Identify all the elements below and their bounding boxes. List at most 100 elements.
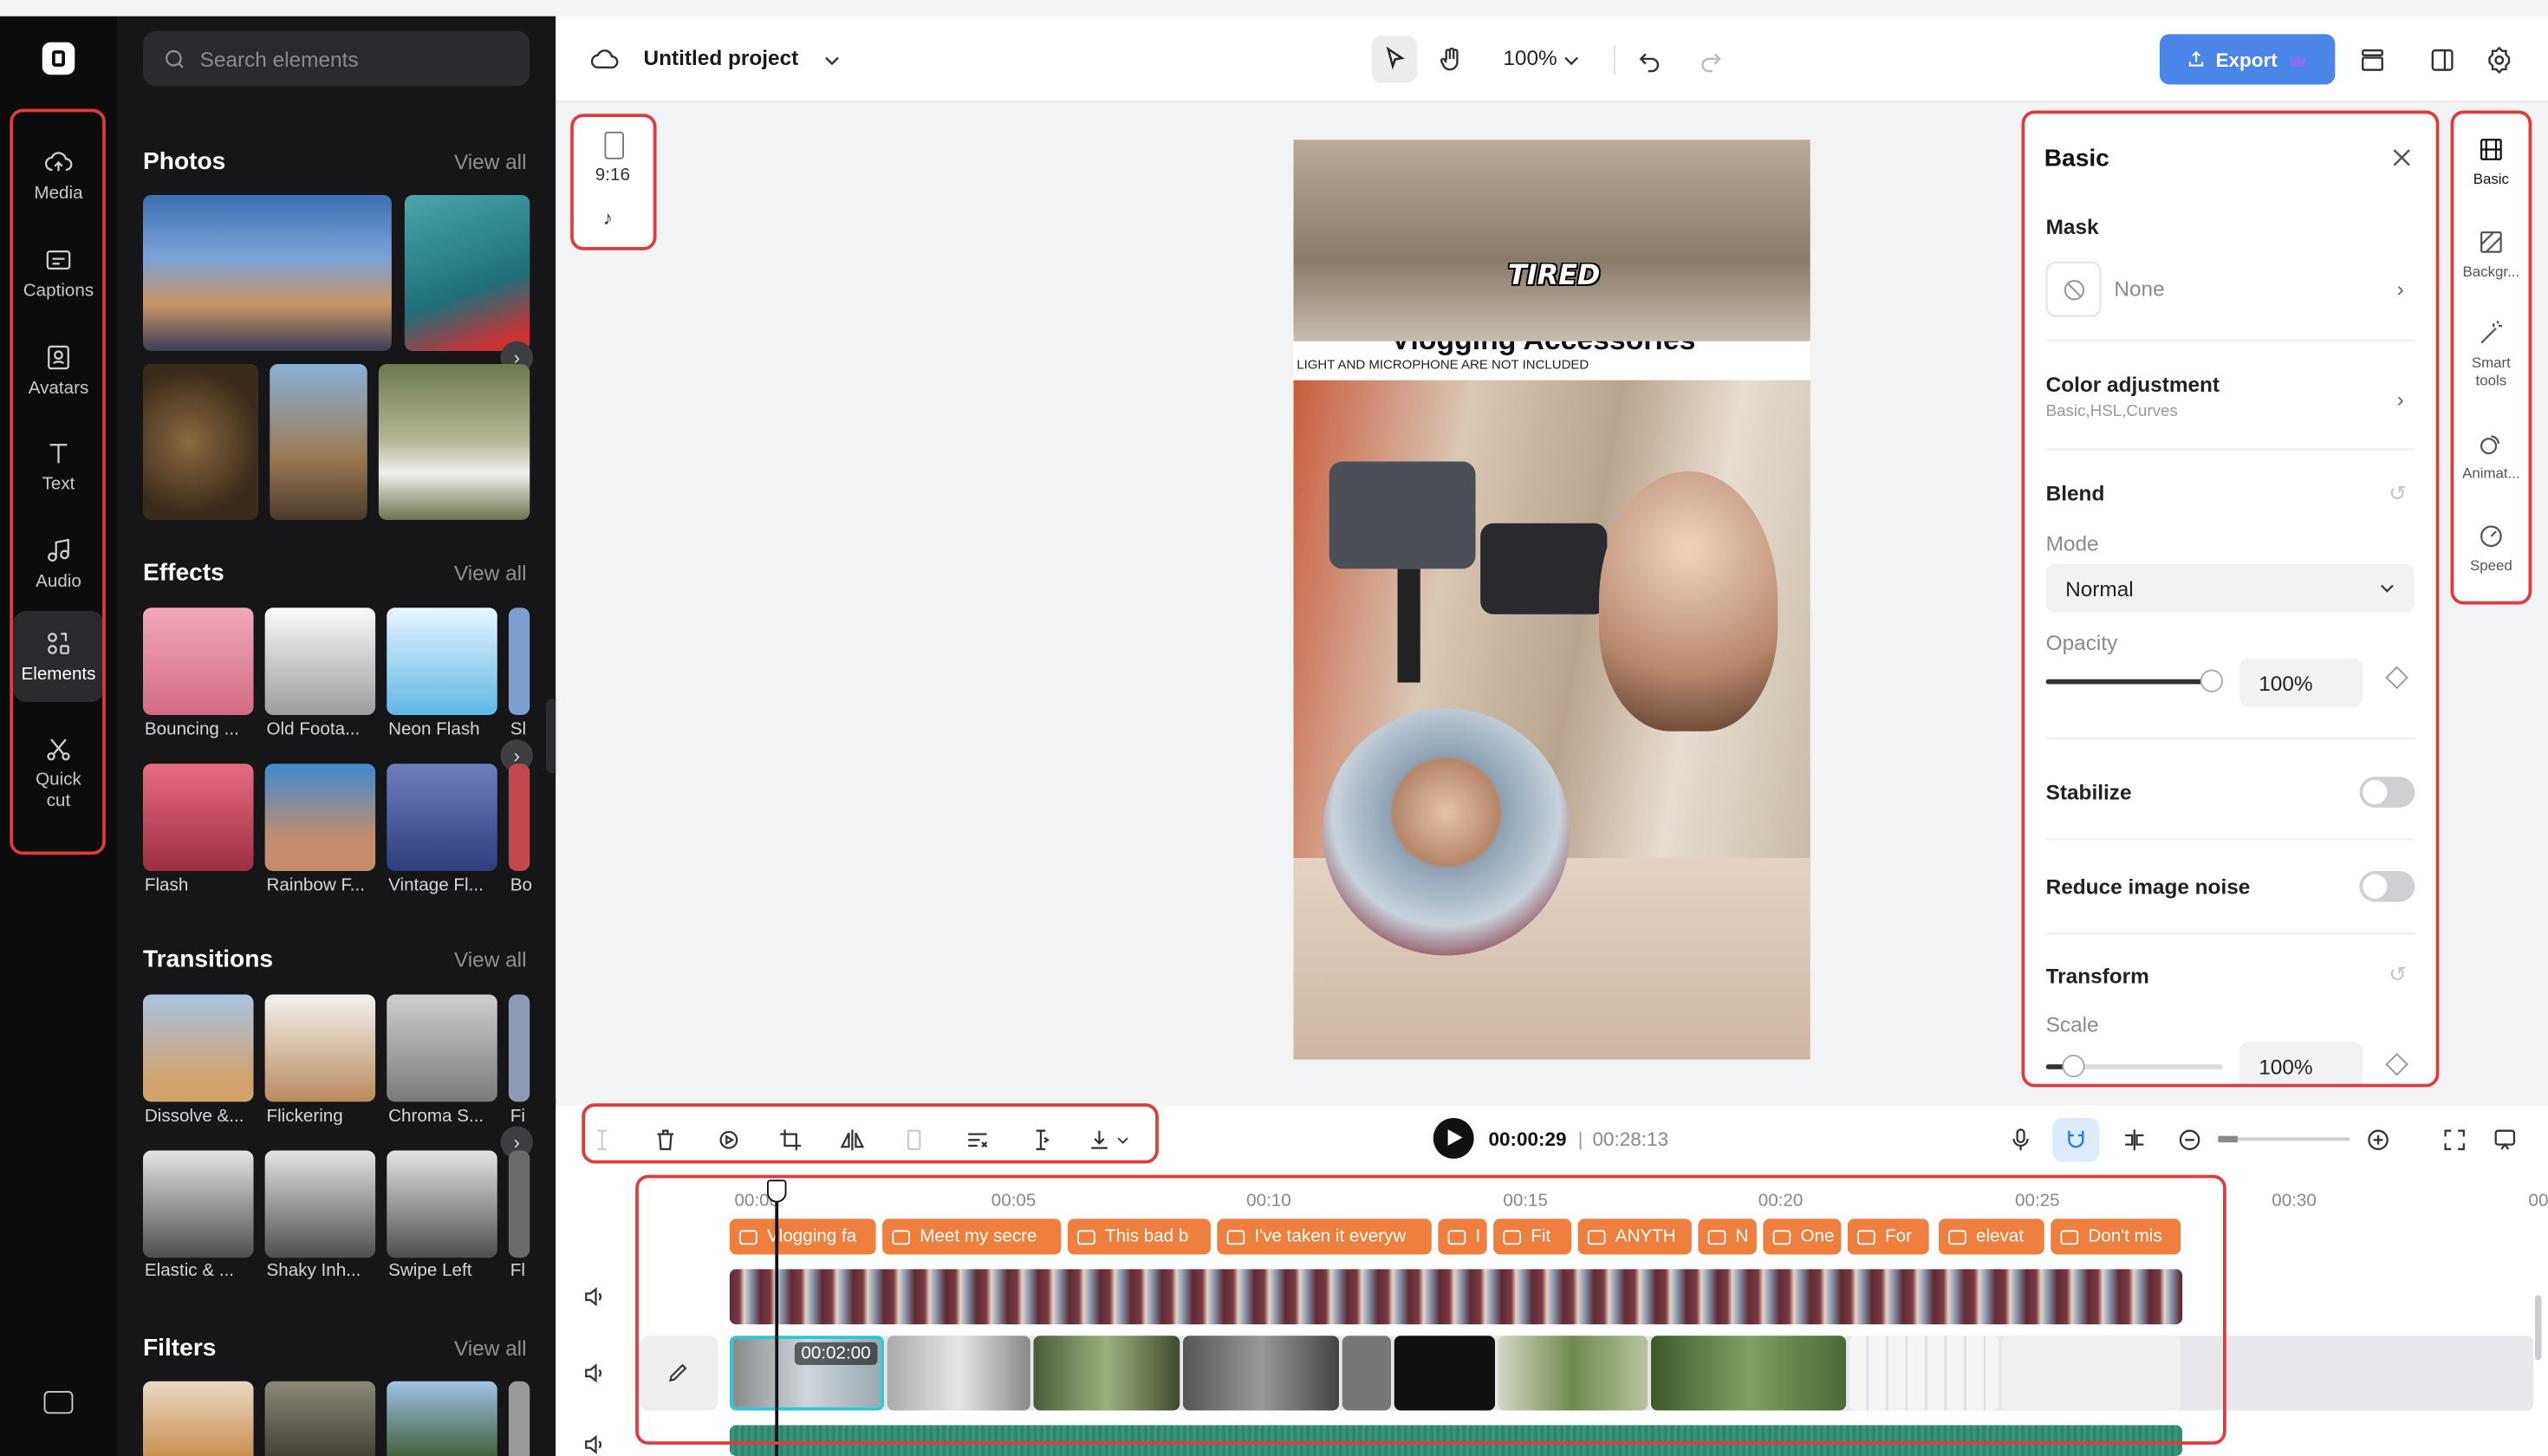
replace-icon[interactable] — [710, 1121, 745, 1157]
video-clip-selected[interactable]: 00:02:00 — [729, 1336, 884, 1411]
rail-item-elements[interactable]: Elements — [13, 611, 104, 702]
scale-slider-knob[interactable] — [2061, 1054, 2084, 1078]
volume-icon[interactable] — [582, 1360, 608, 1386]
caption-clip[interactable]: Fit — [1493, 1219, 1572, 1255]
search-input[interactable]: Search elements — [143, 30, 530, 87]
chevron-down-icon[interactable] — [814, 42, 849, 78]
video-clip[interactable] — [1651, 1336, 1846, 1411]
view-all-effects[interactable]: View all — [454, 561, 527, 585]
blend-mode-select[interactable]: Normal — [2045, 563, 2415, 613]
video-clip[interactable] — [1183, 1336, 1339, 1411]
play-button[interactable] — [1433, 1118, 1474, 1159]
playhead[interactable] — [767, 1180, 787, 1456]
rail-item-avatars[interactable]: Avatars — [13, 328, 104, 413]
trim-icon[interactable] — [1022, 1121, 1057, 1157]
color-adjustment-label[interactable]: Color adjustment — [2046, 372, 2220, 396]
reset-icon[interactable]: ↺ — [2389, 962, 2406, 988]
video-clip[interactable] — [1498, 1336, 1648, 1411]
opacity-value-input[interactable]: 100% — [2239, 658, 2363, 707]
opacity-slider-knob[interactable] — [2200, 669, 2223, 692]
opacity-slider[interactable] — [2045, 669, 2223, 692]
keyframe-icon[interactable] — [2385, 1052, 2408, 1076]
tab-background[interactable]: Backgr... — [2451, 228, 2532, 282]
split-icon[interactable] — [583, 1121, 619, 1157]
photo-thumb-food[interactable] — [143, 364, 259, 520]
filter-thumb[interactable] — [508, 1381, 530, 1456]
filter-thumb[interactable] — [264, 1381, 376, 1456]
caption-clip[interactable]: For — [1847, 1219, 1929, 1255]
zoom-slider[interactable] — [2218, 1135, 2350, 1143]
volume-icon[interactable] — [582, 1284, 608, 1310]
scrollbar[interactable] — [2535, 1295, 2542, 1361]
effect-thumb[interactable] — [264, 608, 376, 715]
effect-thumb[interactable] — [387, 608, 497, 715]
rail-item-audio[interactable]: Audio — [13, 522, 104, 607]
magnet-snap-button[interactable] — [2052, 1118, 2100, 1162]
caption-clip[interactable]: N — [1698, 1219, 1757, 1255]
video-clip[interactable] — [1849, 1336, 1999, 1411]
scale-value-input[interactable]: 100% — [2239, 1041, 2363, 1088]
flip-icon[interactable] — [834, 1121, 869, 1157]
caption-clip[interactable]: Vlogging fa — [729, 1219, 876, 1255]
view-all-transitions[interactable]: View all — [454, 947, 527, 972]
microphone-icon[interactable] — [2002, 1121, 2038, 1157]
mask-value[interactable]: None — [2114, 276, 2164, 301]
video-clip[interactable] — [1394, 1336, 1495, 1411]
keyframe-icon[interactable] — [2385, 666, 2408, 690]
rail-item-quick-cut[interactable]: Quick cut — [13, 725, 104, 822]
delete-icon[interactable] — [647, 1121, 682, 1157]
rail-item-captions[interactable]: Captions — [13, 231, 104, 315]
mask-none-icon[interactable] — [2045, 261, 2102, 317]
chevron-right-icon[interactable]: › — [2397, 387, 2404, 411]
video-preview[interactable]: TIRED Vlogging Accessories LIGHT AND MIC… — [1293, 140, 1810, 1060]
tab-smart-tools[interactable]: Smart tools — [2451, 319, 2532, 391]
audio-track[interactable] — [729, 1425, 2183, 1456]
scale-slider[interactable] — [2045, 1054, 2223, 1078]
transition-thumb[interactable] — [508, 1150, 530, 1258]
filter-thumb[interactable] — [387, 1381, 497, 1456]
aspect-ratio-selector[interactable]: 9:16 ♪ — [570, 114, 657, 250]
video-clip[interactable] — [1033, 1336, 1180, 1411]
caption-clip[interactable]: elevat — [1938, 1219, 2044, 1255]
transition-thumb[interactable] — [143, 1150, 254, 1258]
select-tool-button[interactable] — [1371, 36, 1417, 83]
photo-thumb-city[interactable] — [143, 195, 392, 351]
caption-clip[interactable]: ANYTH — [1577, 1219, 1692, 1255]
layers-icon[interactable] — [2355, 42, 2390, 78]
reset-icon[interactable]: ↺ — [2389, 481, 2406, 507]
zoom-in-icon[interactable] — [2360, 1121, 2395, 1157]
caption-clip[interactable]: I've taken it everyw — [1217, 1219, 1432, 1255]
project-name[interactable]: Untitled project — [644, 46, 799, 70]
reduce-noise-toggle[interactable] — [2359, 871, 2415, 902]
tab-basic[interactable]: Basic — [2451, 135, 2532, 189]
caption-clip[interactable]: I — [1438, 1219, 1487, 1255]
edit-cover-button[interactable] — [640, 1336, 718, 1411]
adjust-icon[interactable] — [959, 1121, 994, 1157]
freeze-icon[interactable] — [895, 1121, 931, 1157]
feedback-icon[interactable] — [2486, 1121, 2522, 1157]
photo-thumb-dog[interactable] — [378, 364, 530, 520]
crop-icon[interactable] — [772, 1121, 808, 1157]
photo-thumb-ocean[interactable] — [404, 195, 530, 351]
settings-icon[interactable] — [2481, 42, 2517, 78]
video-clip[interactable] — [2002, 1336, 2181, 1411]
tab-speed[interactable]: Speed — [2451, 522, 2532, 575]
chevron-right-icon[interactable]: › — [2397, 276, 2404, 301]
split-view-icon[interactable] — [2425, 42, 2460, 78]
transition-thumb[interactable] — [264, 994, 376, 1102]
effect-thumb[interactable] — [508, 764, 530, 871]
transition-thumb[interactable] — [387, 1150, 497, 1258]
effect-thumb[interactable] — [387, 764, 497, 871]
zoom-level[interactable]: 100% — [1503, 46, 1557, 70]
zoom-out-icon[interactable] — [2171, 1121, 2207, 1157]
view-all-photos[interactable]: View all — [454, 150, 527, 174]
video-clip[interactable] — [1342, 1336, 1391, 1411]
caption-clip[interactable]: This bad b — [1067, 1219, 1211, 1255]
close-icon[interactable] — [2389, 145, 2415, 171]
chevron-down-icon[interactable] — [1112, 1121, 1134, 1157]
volume-icon[interactable] — [582, 1432, 608, 1456]
stabilize-toggle[interactable] — [2359, 777, 2415, 808]
keyboard-icon[interactable] — [43, 1391, 74, 1414]
video-clip[interactable] — [887, 1336, 1030, 1411]
cloud-icon[interactable] — [587, 42, 622, 78]
